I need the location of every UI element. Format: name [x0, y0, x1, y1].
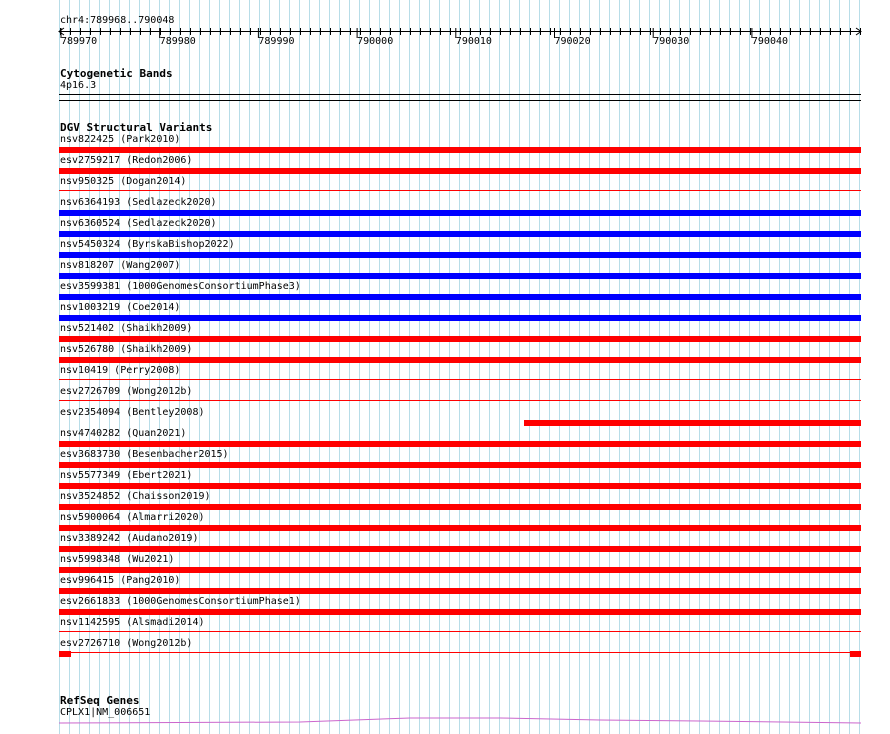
variant-label[interactable]: nsv822425 (Park2010)	[60, 134, 180, 146]
variant-label[interactable]: nsv818207 (Wang2007)	[60, 260, 180, 272]
variant-bar[interactable]	[59, 609, 861, 615]
variant-label[interactable]: nsv526780 (Shaikh2009)	[60, 344, 192, 356]
variant-bar[interactable]	[59, 483, 861, 489]
variant-bar[interactable]	[59, 631, 861, 632]
variant-bar[interactable]	[59, 588, 861, 594]
cytoband-label: 4p16.3	[60, 80, 97, 91]
variant-label[interactable]: esv3683730 (Besenbacher2015)	[60, 449, 229, 461]
variant-label[interactable]: nsv5900064 (Almarri2020)	[60, 512, 205, 524]
variant-bar[interactable]	[59, 546, 861, 552]
ruler-tick-label: 789990	[258, 36, 294, 47]
variant-bar[interactable]	[59, 231, 861, 237]
variant-bar[interactable]	[59, 294, 861, 300]
variant-bar[interactable]	[59, 210, 861, 216]
ruler-tick-label: 790010	[456, 36, 492, 47]
ruler-tick-label: 789970	[61, 36, 97, 47]
variant-label[interactable]: nsv6364193 (Sedlazeck2020)	[60, 197, 217, 209]
variant-label[interactable]: esv2726709 (Wong2012b)	[60, 386, 192, 398]
variant-label[interactable]: esv2661833 (1000GenomesConsortiumPhase1)	[60, 596, 301, 608]
dgv-track-title: DGV Structural Variants	[60, 121, 213, 134]
genome-browser-panel[interactable]: chr4:789968..790048 789970 789980 789990 79…	[0, 0, 890, 734]
refseq-track-title: RefSeq Genes	[60, 694, 140, 707]
variant-bar[interactable]	[59, 252, 861, 258]
variant-bar[interactable]	[59, 336, 861, 342]
variant-bar[interactable]	[59, 525, 861, 531]
variant-bar[interactable]	[59, 379, 861, 380]
variant-label[interactable]: nsv6360524 (Sedlazeck2020)	[60, 218, 217, 230]
gene-line	[58, 717, 862, 724]
variant-label[interactable]: nsv521402 (Shaikh2009)	[60, 323, 192, 335]
cytoband-line	[59, 94, 861, 95]
variant-label[interactable]: esv2726710 (Wong2012b)	[60, 638, 192, 650]
variant-label[interactable]: nsv5577349 (Ebert2021)	[60, 470, 192, 482]
variant-label[interactable]: nsv3524852 (Chaisson2019)	[60, 491, 211, 503]
variant-label[interactable]: nsv5450324 (ByrskaBishop2022)	[60, 239, 235, 251]
track-divider	[59, 100, 861, 101]
variant-bar[interactable]	[59, 315, 861, 321]
variant-bar[interactable]	[59, 357, 861, 363]
ruler-tick-label: 790020	[555, 36, 591, 47]
variant-bar[interactable]	[59, 567, 861, 573]
variant-bar[interactable]	[59, 504, 861, 510]
variant-bar[interactable]	[850, 651, 861, 657]
variant-bar[interactable]	[59, 147, 861, 153]
variant-bar[interactable]	[59, 441, 861, 447]
variant-label[interactable]: esv2759217 (Redon2006)	[60, 155, 192, 167]
variant-label[interactable]: esv3599381 (1000GenomesConsortiumPhase3)	[60, 281, 301, 293]
refseq-gene-feature[interactable]	[0, 712, 890, 732]
variant-label[interactable]: nsv1003219 (Coe2014)	[60, 302, 180, 314]
variant-label[interactable]: esv996415 (Pang2010)	[60, 575, 180, 587]
variant-bar[interactable]	[524, 420, 861, 426]
ruler-tick-label: 790040	[752, 36, 788, 47]
variant-label[interactable]: esv2354094 (Bentley2008)	[60, 407, 205, 419]
variant-bar[interactable]	[59, 190, 861, 191]
variant-label[interactable]: nsv4740282 (Quan2021)	[60, 428, 186, 440]
variant-bar[interactable]	[59, 168, 861, 174]
variant-label[interactable]: nsv10419 (Perry2008)	[60, 365, 180, 377]
cytoband-track-title: Cytogenetic Bands	[60, 67, 173, 80]
variant-bar[interactable]	[59, 652, 861, 653]
variant-label[interactable]: nsv5998348 (Wu2021)	[60, 554, 174, 566]
variant-bar[interactable]	[59, 651, 71, 657]
ruler-tick-label: 789980	[160, 36, 196, 47]
variant-label[interactable]: nsv950325 (Dogan2014)	[60, 176, 186, 188]
ruler-tick-label: 790000	[357, 36, 393, 47]
variant-bar[interactable]	[59, 400, 861, 401]
variant-bar[interactable]	[59, 273, 861, 279]
variant-label[interactable]: nsv1142595 (Alsmadi2014)	[60, 617, 205, 629]
variant-label[interactable]: nsv3389242 (Audano2019)	[60, 533, 198, 545]
ruler-tick-label: 790030	[653, 36, 689, 47]
variant-bar[interactable]	[59, 462, 861, 468]
